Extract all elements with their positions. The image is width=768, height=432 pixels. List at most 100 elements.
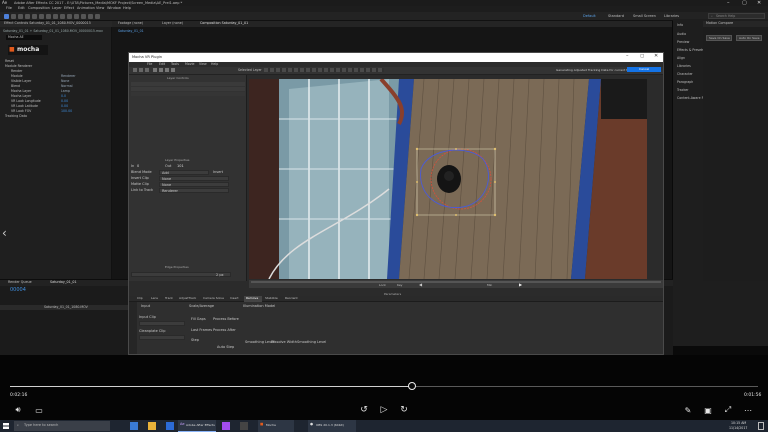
pen-tool-icon[interactable]: [53, 14, 58, 19]
tab-stabilize[interactable]: Stabilize: [265, 297, 278, 300]
menu-file[interactable]: File: [6, 6, 12, 11]
menu-effect[interactable]: Effect: [64, 6, 74, 11]
tab-insert[interactable]: Insert: [230, 297, 239, 300]
mocha-close-button[interactable]: ✕: [654, 54, 658, 59]
mocha-viewer[interactable]: [249, 79, 647, 279]
shape-tool-icon[interactable]: [46, 14, 51, 19]
mocha-pan-tool-icon[interactable]: [139, 68, 143, 72]
mocha-menu-edit[interactable]: Edit: [159, 62, 165, 66]
windows-start-icon[interactable]: [3, 423, 9, 429]
cancel-button[interactable]: Cancel: [627, 67, 661, 72]
clone-tool-icon[interactable]: [74, 14, 79, 19]
rotate-tool-icon[interactable]: [25, 14, 30, 19]
taskbar-app-mocha[interactable]: ■ Mocha: [258, 420, 294, 432]
matte-clip-select[interactable]: None: [159, 182, 229, 187]
taskbar-date[interactable]: 11/14/2017: [729, 426, 747, 430]
taskbar-search-box[interactable]: ⌕ Type here to search: [14, 421, 110, 431]
mocha-bezier-tool-icon[interactable]: [159, 68, 163, 72]
mocha-menu-tools[interactable]: Tools: [171, 62, 179, 66]
effect-name-row[interactable]: Mocha AE: [6, 35, 42, 40]
workspace-standard[interactable]: Standard: [608, 14, 624, 19]
tab-lens[interactable]: Lens: [151, 297, 158, 300]
mocha-menu-view[interactable]: View: [199, 62, 207, 66]
mocha-select-tool-icon[interactable]: [133, 68, 137, 72]
link-to-track-select[interactable]: Renderer: [159, 188, 229, 193]
brush-tool-icon[interactable]: [67, 14, 72, 19]
effect-row[interactable]: Tracking Data: [3, 114, 107, 119]
save-on-save-button[interactable]: Save On Save: [706, 35, 732, 41]
app-icon[interactable]: [240, 422, 248, 430]
cleanplate-clip-select[interactable]: [139, 335, 185, 340]
edit-pen-icon[interactable]: ✎: [680, 402, 696, 418]
auto-step-button[interactable]: Auto Step: [217, 345, 234, 350]
timeline-layer-row[interactable]: Saturday_01_01_1080.MOV: [0, 305, 128, 310]
layer-in-value[interactable]: 0: [137, 164, 139, 169]
minimize-button[interactable]: –: [727, 0, 730, 6]
zoom-tool-icon[interactable]: [18, 14, 23, 19]
workspace-small-screen[interactable]: Small Screen: [633, 14, 656, 19]
mocha-maximize-button[interactable]: ▢: [640, 54, 644, 60]
play-icon[interactable]: ▶: [519, 283, 522, 287]
captions-icon[interactable]: ▭: [31, 402, 47, 418]
puppet-tool-icon[interactable]: [95, 14, 100, 19]
mocha-menu-file[interactable]: File: [147, 62, 152, 66]
tab-camera-solve[interactable]: Camera Solve: [203, 297, 224, 300]
tab-timeline-comp[interactable]: Saturday_01_01: [50, 280, 77, 284]
layer-list-row[interactable]: [131, 87, 245, 91]
selection-tool-icon[interactable]: [4, 14, 9, 19]
close-button[interactable]: ✕: [757, 0, 761, 6]
blend-mode-select[interactable]: Add: [159, 170, 209, 175]
mocha-zoom-tool-icon[interactable]: [145, 68, 149, 72]
fullscreen-icon[interactable]: ⤢: [720, 402, 736, 418]
tab-effect-controls[interactable]: Effect Controls Saturday_01_01_1080.MOV_…: [4, 21, 91, 25]
type-tool-icon[interactable]: [60, 14, 65, 19]
seek-thumb[interactable]: [407, 382, 416, 390]
timeline-timecode[interactable]: 00004: [10, 288, 26, 293]
more-options-icon[interactable]: ⋯: [740, 402, 756, 418]
workspace-libraries[interactable]: Libraries: [664, 14, 679, 19]
skip-back-icon[interactable]: ↺: [356, 402, 372, 418]
panel-tracker[interactable]: Tracker: [677, 88, 689, 92]
mocha-minimize-button[interactable]: –: [626, 54, 629, 59]
layer-out-value[interactable]: 101: [177, 164, 184, 169]
tab-render-queue[interactable]: Render Queue: [8, 280, 32, 284]
pan-behind-tool-icon[interactable]: [39, 14, 44, 19]
hand-tool-icon[interactable]: [11, 14, 16, 19]
mocha-menu-help[interactable]: Help: [211, 62, 218, 66]
panel-content-aware-fill[interactable]: Content-Aware Fill: [677, 96, 706, 100]
tab-reorient[interactable]: Reorient: [285, 297, 298, 300]
tab-layer[interactable]: Layer (none): [162, 21, 183, 25]
layer-list-row[interactable]: [131, 82, 245, 86]
menu-edit[interactable]: Edit: [18, 6, 25, 11]
mocha-circle-tool-icon[interactable]: [171, 68, 175, 72]
skip-forward-icon[interactable]: ↻: [396, 402, 412, 418]
tab-composition[interactable]: Composition Saturday_01_01: [200, 21, 248, 25]
panel-audio[interactable]: Audio: [677, 32, 686, 36]
insert-clip-select[interactable]: None: [159, 176, 229, 181]
panel-align[interactable]: Align: [677, 56, 685, 60]
module-side-tabs[interactable]: [129, 302, 137, 354]
viewer-lock-label[interactable]: Lock: [379, 284, 386, 287]
step-back-icon[interactable]: ◀: [419, 283, 422, 287]
menu-animation[interactable]: Animation: [77, 6, 95, 11]
miniplayer-icon[interactable]: ▣: [700, 402, 716, 418]
premiere-icon[interactable]: [222, 422, 230, 430]
tab-adjust-track[interactable]: AdjustTrack: [179, 297, 196, 300]
taskbar-app-after-effects[interactable]: Ae Adobe After Effects: [178, 420, 216, 432]
mocha-view-toolbar[interactable]: [264, 68, 384, 72]
workspace-default[interactable]: Default: [583, 14, 596, 19]
play-icon[interactable]: ▷: [376, 402, 392, 418]
tab-footage[interactable]: Footage (none): [118, 21, 143, 25]
layer-list-row[interactable]: [131, 92, 245, 96]
menu-layer[interactable]: Layer: [52, 6, 62, 11]
file-explorer-icon[interactable]: [148, 422, 156, 430]
mocha-rect-tool-icon[interactable]: [165, 68, 169, 72]
panel-character[interactable]: Character: [677, 72, 693, 76]
menu-window[interactable]: Window: [107, 6, 121, 11]
comp-sub-tab[interactable]: Saturday_01_01: [118, 29, 144, 33]
edge-browser-icon[interactable]: [130, 422, 138, 430]
panel-paragraph[interactable]: Paragraph: [677, 80, 693, 84]
tab-clip[interactable]: Clip: [137, 297, 143, 300]
input-clip-select[interactable]: [139, 321, 185, 326]
notifications-icon[interactable]: [758, 422, 764, 430]
